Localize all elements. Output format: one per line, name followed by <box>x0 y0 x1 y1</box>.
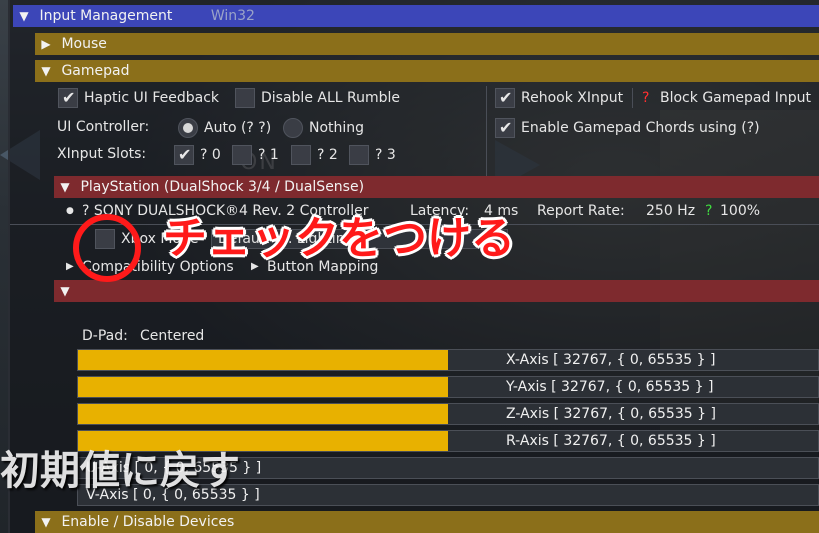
xinput-slot-1-checkbox[interactable] <box>232 145 252 165</box>
mouse-section-header[interactable]: ▶ Mouse <box>35 33 819 55</box>
chevron-down-icon: ▼ <box>19 9 29 23</box>
axis-fill <box>78 350 448 370</box>
controller-state-header[interactable]: ▼ <box>54 280 819 302</box>
axis-label: Y-Axis [ 32767, { 0, 65535 } ] <box>506 379 714 395</box>
bullet-icon: ● <box>66 206 74 216</box>
haptic-feedback-checkbox[interactable]: ✔ <box>58 88 78 108</box>
report-rate-value: 250 Hz <box>646 203 696 219</box>
block-gamepad-input-label[interactable]: Block Gamepad Input <box>660 88 811 108</box>
checkmark-icon: ✔ <box>178 145 192 164</box>
x-axis-bar: X-Axis [ 32767, { 0, 65535 } ] <box>77 349 819 371</box>
gamepad-section-header[interactable]: ▼ Gamepad <box>35 60 819 82</box>
header-title: Input Management <box>39 8 173 24</box>
y-axis-bar: Y-Axis [ 32767, { 0, 65535 } ] <box>77 376 819 398</box>
annotation-circle <box>73 214 141 282</box>
axis-fill <box>78 404 448 424</box>
chevron-down-icon: ▼ <box>41 64 51 78</box>
annotation-text: チェックをつける <box>163 213 515 264</box>
reset-defaults-overlay-text: 初期値に戻す <box>0 448 240 494</box>
axis-label: R-Axis [ 32767, { 0, 65535 } ] <box>506 433 716 449</box>
input-management-header[interactable]: ▼ Input Management Win32 <box>13 5 819 27</box>
haptic-feedback-label: Haptic UI Feedback <box>84 90 220 106</box>
gamepad-chords-checkbox[interactable]: ✔ <box>495 118 515 138</box>
chevron-down-icon: ▼ <box>60 284 70 298</box>
z-axis-bar: Z-Axis [ 32767, { 0, 65535 } ] <box>77 403 819 425</box>
chevron-right-icon: ▶ <box>66 261 74 272</box>
xinput-slot-1-label: ? 1 <box>258 147 279 163</box>
axis-label: X-Axis [ 32767, { 0, 65535 } ] <box>506 352 716 368</box>
axis-fill <box>78 377 448 397</box>
ui-controller-label: UI Controller: <box>57 119 150 135</box>
radio-selected-dot <box>183 123 193 133</box>
help-mark-icon: ? <box>642 90 650 106</box>
enable-devices-section-label: Enable / Disable Devices <box>61 514 235 530</box>
enable-devices-section-header[interactable]: ▼ Enable / Disable Devices <box>35 511 819 533</box>
battery-status-icon: ? <box>705 203 713 219</box>
battery-level: 100% <box>720 203 761 219</box>
disable-rumble-label: Disable ALL Rumble <box>261 90 401 106</box>
chevron-down-icon: ▼ <box>41 515 51 529</box>
chevron-right-icon: ▶ <box>41 37 51 51</box>
checkmark-icon: ✔ <box>499 88 513 107</box>
column-divider <box>486 86 487 176</box>
chevron-down-icon: ▼ <box>60 180 70 194</box>
ui-controller-nothing-radio[interactable] <box>283 118 303 138</box>
xinput-slots-label: XInput Slots: <box>57 146 147 162</box>
checkmark-icon: ✔ <box>62 88 76 107</box>
ui-controller-auto-label: Auto (? ?) <box>204 120 272 136</box>
report-rate-label: Report Rate: <box>537 203 625 219</box>
xinput-slot-3-label: ? 3 <box>375 147 396 163</box>
ui-controller-nothing-label: Nothing <box>309 120 365 136</box>
ui-controller-auto-radio[interactable] <box>178 118 198 138</box>
xinput-slot-3-checkbox[interactable] <box>349 145 369 165</box>
xinput-slot-2-label: ? 2 <box>317 147 338 163</box>
rehook-xinput-label: Rehook XInput <box>521 90 624 106</box>
xinput-slot-0-checkbox[interactable]: ✔ <box>174 145 194 165</box>
axis-label: Z-Axis [ 32767, { 0, 65535 } ] <box>506 406 716 422</box>
xinput-slot-0-label: ? 0 <box>200 147 221 163</box>
platform-label: Win32 <box>210 8 255 24</box>
checkmark-icon: ✔ <box>499 118 513 137</box>
playstation-section-title: PlayStation (DualShock 3/4 / DualSense) <box>80 179 365 195</box>
dpad-label: D-Pad: <box>82 328 128 344</box>
gamepad-chords-label: Enable Gamepad Chords using (?) <box>521 120 760 136</box>
dpad-value: Centered <box>140 328 205 344</box>
disable-rumble-checkbox[interactable] <box>235 88 255 108</box>
rehook-xinput-checkbox[interactable]: ✔ <box>495 88 515 108</box>
inline-divider <box>632 88 633 108</box>
playstation-section-header[interactable]: ▼ PlayStation (DualShock 3/4 / DualSense… <box>54 176 819 198</box>
mouse-section-label: Mouse <box>61 36 107 52</box>
gamepad-section-label: Gamepad <box>61 63 130 79</box>
xinput-slot-2-checkbox[interactable] <box>291 145 311 165</box>
